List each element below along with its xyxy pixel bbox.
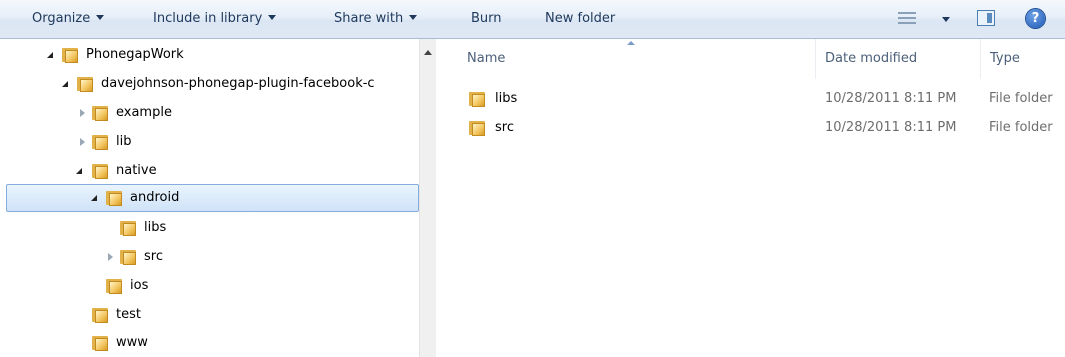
share-with-label: Share with [334, 11, 404, 26]
organize-label: Organize [32, 11, 91, 26]
folder-icon [92, 163, 108, 179]
navigation-scrollbar[interactable] [419, 39, 436, 357]
tree-item-label: lib [116, 134, 132, 149]
tree-item-ios[interactable]: ios [0, 272, 419, 300]
collapse-arrow-icon[interactable] [62, 81, 68, 87]
new-folder-button[interactable]: New folder [545, 0, 615, 38]
tree-item-label: www [116, 335, 148, 350]
folder-icon [92, 105, 108, 121]
expand-arrow-icon[interactable] [80, 138, 85, 146]
column-header-name[interactable]: Name [437, 39, 815, 79]
new-folder-label: New folder [545, 11, 616, 26]
help-glyph: ? [1031, 11, 1040, 26]
tree-item-label: native [116, 163, 157, 178]
caret-down-icon [96, 15, 105, 20]
help-icon[interactable]: ? [1026, 9, 1045, 28]
tree-item-label: src [144, 249, 163, 264]
burn-label: Burn [471, 11, 502, 26]
tree-item-src[interactable]: src [0, 243, 419, 271]
collapse-arrow-icon[interactable] [47, 52, 53, 58]
column-header-date-modified[interactable]: Date modified [816, 39, 980, 79]
command-bar: Organize Include in library Share with B… [0, 0, 1065, 39]
organize-button[interactable]: Organize [32, 0, 105, 38]
include-in-library-label: Include in library [153, 11, 263, 26]
views-icon[interactable] [898, 11, 916, 25]
tree-item-android[interactable]: android [0, 184, 419, 212]
collapse-arrow-icon[interactable] [91, 195, 97, 201]
caret-down-icon [268, 15, 277, 20]
folder-icon [120, 249, 136, 265]
file-name: src [495, 120, 514, 135]
tree-item-libs[interactable]: libs [0, 214, 419, 242]
tree-item-test[interactable]: test [0, 301, 419, 329]
folder-icon [77, 76, 93, 92]
tree-item-label: PhonegapWork [86, 47, 184, 62]
tree-item-label: test [116, 307, 141, 322]
preview-pane-icon[interactable] [977, 10, 995, 26]
folder-icon [106, 278, 122, 294]
expand-arrow-icon[interactable] [80, 109, 85, 117]
folder-icon [62, 47, 78, 63]
tree-item-label: example [116, 105, 172, 120]
file-list-pane: Name Date modified Type libs 10/28/2011 … [437, 39, 1065, 357]
folder-icon [120, 220, 136, 236]
tree-item-label: android [130, 190, 180, 205]
file-date-modified: 10/28/2011 8:11 PM [825, 120, 957, 135]
file-row[interactable]: src 10/28/2011 8:11 PM File folder [437, 114, 1065, 142]
sort-ascending-icon [627, 41, 635, 45]
column-header-type[interactable]: Type [981, 39, 1065, 79]
folder-icon [469, 91, 485, 107]
file-row[interactable]: libs 10/28/2011 8:11 PM File folder [437, 85, 1065, 113]
file-type: File folder [989, 120, 1053, 135]
caret-down-icon [409, 15, 418, 20]
folder-icon [92, 335, 108, 351]
folder-icon [92, 134, 108, 150]
tree-item-phonegapwork[interactable]: PhonegapWork [0, 41, 419, 69]
tree-item-www[interactable]: www [0, 329, 419, 357]
folder-icon [106, 190, 122, 206]
burn-button[interactable]: Burn [471, 0, 502, 38]
column-header-date-label: Date modified [825, 51, 918, 66]
tree-item-label: ios [130, 278, 149, 293]
tree-item-example[interactable]: example [0, 99, 419, 127]
scroll-up-arrow-icon[interactable] [424, 50, 432, 55]
tree-item-davejohnson-phonegap-plugin[interactable]: davejohnson-phonegap-plugin-facebook-c [0, 70, 419, 98]
navigation-tree: PhonegapWork davejohnson-phonegap-plugin… [0, 39, 419, 357]
tree-item-lib[interactable]: lib [0, 128, 419, 156]
tree-item-label: davejohnson-phonegap-plugin-facebook-c [101, 76, 375, 91]
file-name: libs [495, 91, 518, 106]
tree-item-label: libs [144, 220, 167, 235]
collapse-arrow-icon[interactable] [76, 168, 82, 174]
column-header-name-label: Name [467, 51, 506, 66]
file-type: File folder [989, 91, 1053, 106]
include-in-library-button[interactable]: Include in library [153, 0, 277, 38]
expand-arrow-icon[interactable] [108, 253, 113, 261]
share-with-button[interactable]: Share with [334, 0, 418, 38]
tree-item-native[interactable]: native [0, 157, 419, 185]
folder-icon [92, 307, 108, 323]
folder-icon [469, 120, 485, 136]
column-header-type-label: Type [990, 51, 1020, 66]
views-menu-caret-icon[interactable] [942, 17, 950, 22]
file-date-modified: 10/28/2011 8:11 PM [825, 91, 957, 106]
